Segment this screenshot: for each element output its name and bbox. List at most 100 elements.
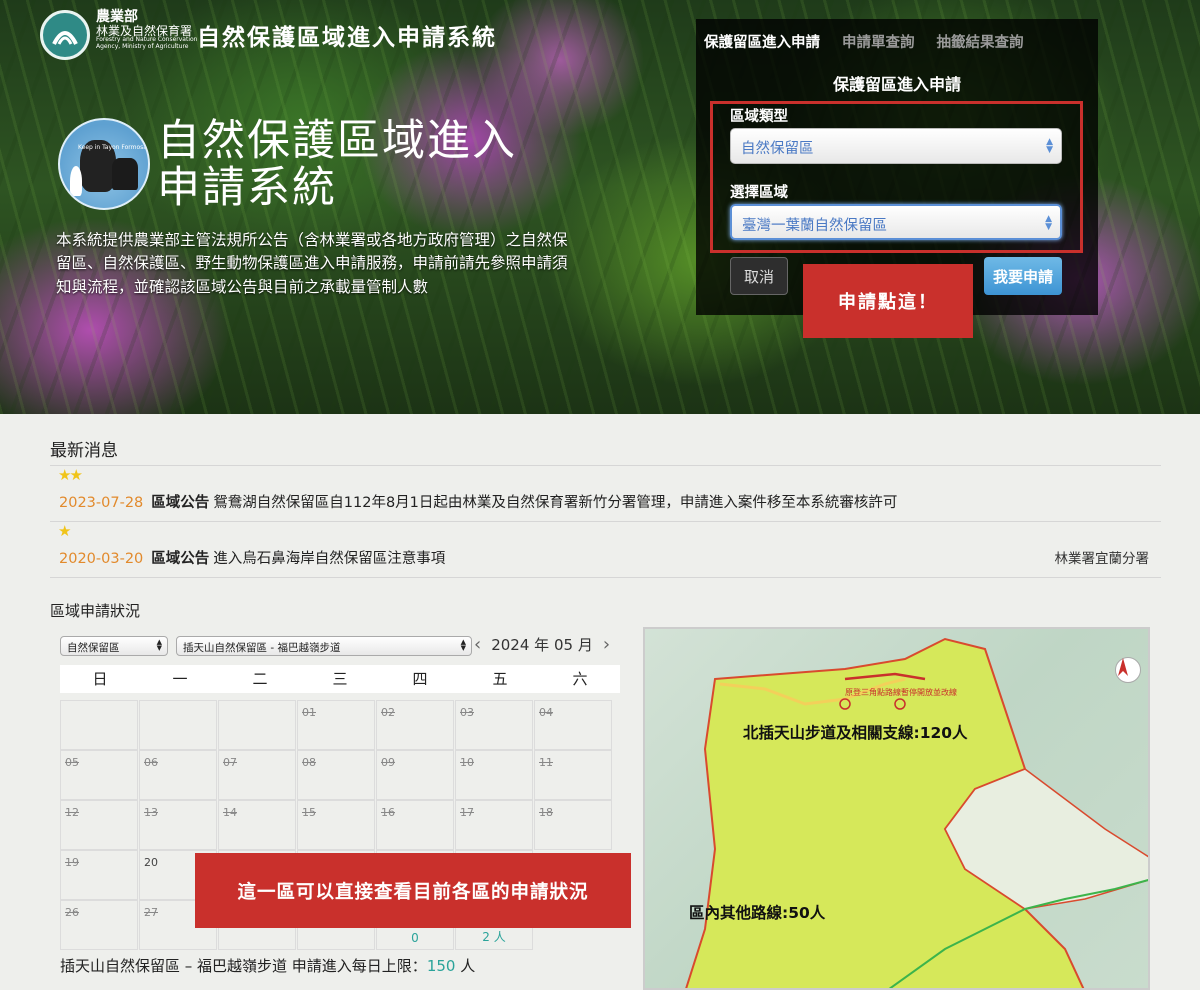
calendar-day-cell[interactable]: 19 [60,850,138,900]
calendar-day-cell[interactable]: 11 [534,750,612,800]
calendar-day-cell[interactable]: 07 [218,750,296,800]
calendar-day-cell[interactable]: 18 [534,800,612,850]
calendar-day-number: 14 [223,806,237,819]
tab-apply[interactable]: 保護留區進入申請 [704,31,820,52]
calendar-day-cell[interactable]: 05 [60,750,138,800]
calendar-day-cell[interactable]: 03 [455,700,533,750]
hero-title-line2: 申請系統 [157,163,337,214]
select-arrows-icon: ▲ ▼ [460,638,466,653]
calendar-empty-cell [60,700,138,750]
area-map[interactable]: 原登三角點路線暫停開放並改線 北插天山步道及相關支線:120人 區內其他路線:5… [643,627,1150,990]
emblem-text: Keep in Tayon Formosa [78,144,147,151]
map-label-other-routes: 區內其他路線:50人 [689,904,826,922]
calendar-type-value: 自然保留區 [67,642,120,654]
calendar-area-select[interactable]: 插天山自然保留區 - 福巴越嶺步道 ▲ ▼ [176,636,472,656]
news-category: 區域公告 [151,495,210,511]
news-item[interactable]: 2023-07-28 區域公告 鴛鴦湖自然保留區自112年8月1日起由林業及自然保育… [59,491,1159,512]
daily-limit-text: 插天山自然保留區 – 福巴越嶺步道 申請進入每日上限：150 人 [60,955,475,976]
calendar-day-number: 17 [460,806,474,819]
news-item[interactable]: 2020-03-20 區域公告 進入烏石鼻海岸自然保留區注意事項 林業署宜蘭分署 [59,547,1159,568]
agency-name[interactable]: 農業部 林業及自然保育署 Forestry and Nature Conserv… [96,10,206,50]
status-callout-annotation: 這一區可以直接查看目前各區的申請狀況 [195,853,631,928]
calendar-day-cell[interactable]: 04 [534,700,612,750]
status-title: 區域申請狀況 [50,602,141,620]
calendar-day-cell[interactable]: 15 [297,800,375,850]
weekday-thu: 四 [412,670,428,688]
news-organization: 林業署宜蘭分署 [1054,551,1150,567]
calendar-day-number: 19 [65,856,79,869]
apply-callout-annotation: 申請點這！ [803,264,973,338]
calendar-day-number: 03 [460,706,474,719]
egret-silhouette [70,166,82,196]
weekday-mon: 一 [172,670,188,688]
weekday-sat: 六 [572,670,588,688]
calendar-day-cell[interactable]: 02 [376,700,454,750]
select-arrows-icon: ▲ ▼ [1046,137,1053,156]
divider [50,577,1161,578]
daily-limit-value: 150 [426,957,456,975]
calendar-day-cell[interactable]: 26 [60,900,138,950]
calendar-day-cell[interactable]: 13 [139,800,217,850]
calendar-day-number: 26 [65,906,79,919]
daily-limit-prefix: 插天山自然保留區 – 福巴越嶺步道 申請進入每日上限： [60,957,427,975]
calendar-day-cell[interactable]: 09 [376,750,454,800]
map-label-north-trail: 北插天山步道及相關支線:120人 [743,724,968,742]
calendar-filters: 自然保留區 ▲ ▼ 插天山自然保留區 - 福巴越嶺步道 ▲ ▼ [60,636,472,656]
calendar-day-number: 15 [302,806,316,819]
month-unit: 月 [577,636,593,654]
agency-name-line1: 農業部 [96,9,138,25]
divider [50,465,1161,466]
apply-button[interactable]: 我要申請 [984,257,1062,295]
tab-query[interactable]: 申請單查詢 [842,31,915,52]
region-type-select[interactable]: 自然保留區 ▲ ▼ [730,128,1062,164]
calendar-day-number: 04 [539,706,553,719]
hero-title: 自然保護區域進入 申請系統 [157,116,517,214]
agency-name-english: Forestry and Nature Conservation Agency,… [96,36,198,50]
calendar-day-cell[interactable]: 16 [376,800,454,850]
panel-tabs: 保護留區進入申請 申請單查詢 抽籤結果查詢 [704,31,1024,52]
hero-banner: 農業部 林業及自然保育署 Forestry and Nature Conserv… [0,0,1200,414]
agency-logo-icon[interactable] [40,10,90,60]
chevron-left-icon[interactable]: ‹ [474,634,481,655]
calendar-type-select[interactable]: 自然保留區 ▲ ▼ [60,636,168,656]
news-headline[interactable]: 進入烏石鼻海岸自然保留區注意事項 [213,551,445,567]
calendar-day-cell[interactable]: 10 [455,750,533,800]
calendar-day-cell[interactable]: 14 [218,800,296,850]
news-category: 區域公告 [151,551,210,567]
weekday-sun: 日 [92,670,108,688]
calendar-day-cell[interactable]: 08 [297,750,375,800]
calendar-day-number: 06 [144,756,158,769]
region-value: 臺灣一葉蘭自然保留區 [742,218,887,234]
select-arrows-icon: ▲ ▼ [1045,214,1052,233]
cancel-button[interactable]: 取消 [730,257,788,295]
news-headline[interactable]: 鴛鴦湖自然保留區自112年8月1日起由林業及自然保育署新竹分署管理，申請進入案件… [213,495,897,511]
region-type-label: 區域類型 [730,109,788,125]
tab-lottery-result[interactable]: 抽籤結果查詢 [937,31,1024,52]
hero-title-line1: 自然保護區域進入 [157,116,517,166]
calendar-day-number: 13 [144,806,158,819]
calendar-day-cell[interactable]: 17 [455,800,533,850]
region-select[interactable]: 臺灣一葉蘭自然保留區 ▲ ▼ [730,204,1062,240]
calendar-day-cell[interactable]: 01 [297,700,375,750]
calendar-applicant-count: 2 人 [482,930,506,944]
calendar-day-cell[interactable]: 06 [139,750,217,800]
hero-intro-text: 本系統提供農業部主管法規所公告（含林業署或各地方政府管理）之自然保留區、自然保護… [56,231,568,296]
region-label: 選擇區域 [730,185,788,201]
weekday-wed: 三 [332,670,348,688]
year-value: 2024 [491,636,530,654]
news-title: 最新消息 [50,441,118,461]
calendar-day-number: 07 [223,756,237,769]
chevron-right-icon[interactable]: › [603,634,610,655]
month-navigator: ‹ 2024 年 05 月 › [474,634,610,655]
calendar-day-number: 18 [539,806,553,819]
calendar-day-cell[interactable]: 12 [60,800,138,850]
conservation-emblem-icon: Keep in Tayon Formosa [58,118,150,210]
calendar-day-number: 11 [539,756,553,769]
star-rating-icon: ★ [58,522,72,540]
news-date: 2020-03-20 [59,551,144,567]
calendar-day-number: 16 [381,806,395,819]
calendar-empty-cell [139,700,217,750]
month-value: 05 [553,636,574,654]
calendar-empty-cell [218,700,296,750]
calendar-day-number: 02 [381,706,395,719]
